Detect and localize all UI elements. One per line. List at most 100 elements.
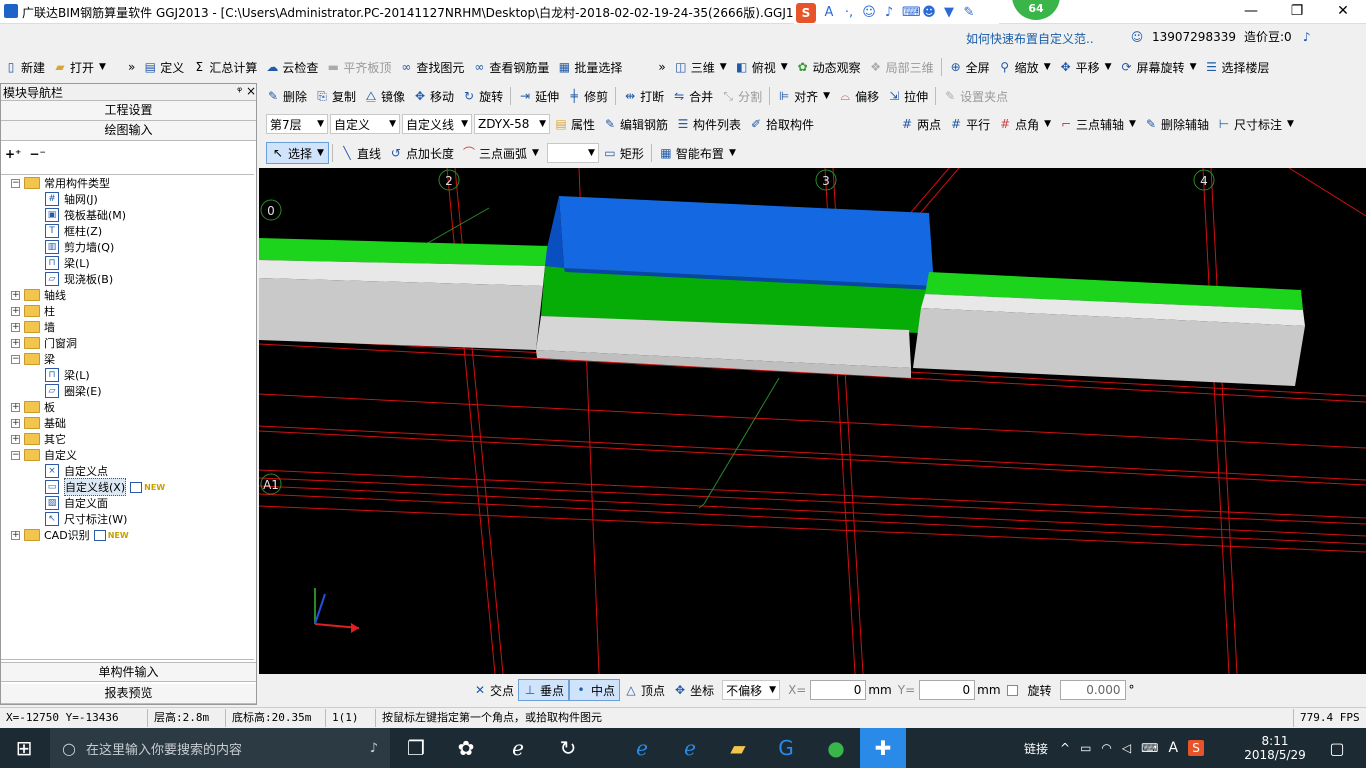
tree-item[interactable]: + 门窗洞 <box>11 335 77 351</box>
ime-letter-a-icon[interactable]: A <box>822 6 836 20</box>
rotate-button[interactable]: ↻ 旋转 <box>458 85 507 107</box>
viewport-canvas[interactable]: 2 3 4 0 A1 <box>259 168 1366 674</box>
tree-item[interactable]: ↖ 尺寸标注(W) <box>45 511 127 527</box>
cloud-check-button[interactable]: ☁ 云检查 <box>261 56 322 78</box>
open-button[interactable]: ▰ 打开 ▼ <box>49 56 110 78</box>
ime-punct-icon[interactable]: ·, <box>842 6 856 20</box>
tree-item[interactable]: + 其它 <box>11 431 66 447</box>
collapse-icon[interactable]: − <box>11 354 20 364</box>
phone-number[interactable]: 13907298339 <box>1152 30 1236 44</box>
tree-item[interactable]: − 自定义 <box>11 447 77 463</box>
shirt-icon[interactable]: ▼ <box>942 6 956 20</box>
expand-icon[interactable]: + <box>11 434 20 444</box>
three-d-button[interactable]: ◫ 三维 ▼ <box>670 56 731 78</box>
wrench-icon[interactable]: ✎ <box>962 6 976 20</box>
snap-mid-button[interactable]: • 中点 <box>569 679 621 701</box>
break-button[interactable]: ⇹ 打断 <box>619 85 668 107</box>
tree-item[interactable]: + 基础 <box>11 415 66 431</box>
new-button[interactable]: ▯ 新建 <box>0 56 49 78</box>
notification-icon[interactable]: ▢ <box>1322 728 1352 768</box>
keyboard-icon[interactable]: ⌨ <box>902 6 921 20</box>
windows-start-icon[interactable]: ⊞ <box>0 728 48 768</box>
trim-button[interactable]: ╪ 修剪 <box>563 85 612 107</box>
merge-button[interactable]: ⇋ 合并 <box>668 85 717 107</box>
collapse-icon[interactable]: − <box>11 178 20 188</box>
wifi-icon[interactable]: ◠ <box>1101 741 1111 755</box>
single-component-button[interactable]: 单构件输入 <box>1 662 256 682</box>
ime-indicator[interactable]: A <box>1168 740 1178 756</box>
arc-option-select[interactable]: ▼ <box>546 143 599 163</box>
hint-link[interactable]: 如何快速布置自定义范.. <box>966 30 1094 47</box>
collapse-all-icon[interactable]: −⁻ <box>29 147 45 163</box>
tree-item[interactable]: + CAD识别 NEW <box>11 527 129 543</box>
restore-icon[interactable]: ❐ <box>1274 0 1320 24</box>
snap-perp-button[interactable]: ⊥ 垂点 <box>518 679 570 701</box>
edit-rebar-button[interactable]: ✎ 编辑钢筋 <box>599 113 672 135</box>
rotate-checkbox[interactable] <box>1006 684 1018 696</box>
glodon-app-icon[interactable]: G <box>762 728 810 768</box>
align-button[interactable]: ⊫ 对齐 ▼ <box>773 85 834 107</box>
type-select[interactable]: 自定义线 ▼ <box>402 114 472 134</box>
file-explorer-icon[interactable]: ▰ <box>714 728 762 768</box>
expand-all-icon[interactable]: +⁺ <box>5 147 21 163</box>
local-3d-button[interactable]: ❖ 局部三维 <box>865 56 938 78</box>
tree-item[interactable]: ▨ 自定义面 <box>45 495 108 511</box>
offset-button[interactable]: ⌓ 偏移 <box>834 85 883 107</box>
close-icon[interactable]: ✕ <box>1320 0 1366 24</box>
property-button[interactable]: ▤ 属性 <box>550 113 599 135</box>
screen-rotate-button[interactable]: ⟳ 屏幕旋转 ▼ <box>1116 56 1201 78</box>
ime-toolbar[interactable]: S A ·, ☺ ♪ ⌨ ☻ ▼ ✎ <box>794 2 999 24</box>
zoom-button[interactable]: ⚲ 缩放 ▼ <box>994 56 1055 78</box>
tree-item[interactable]: ▱ 圈梁(E) <box>45 383 102 399</box>
expand-icon[interactable]: + <box>11 306 20 316</box>
3d-viewport[interactable]: 2 3 4 0 A1 <box>259 168 1366 674</box>
three-point-arc-button[interactable]: ⌒ 三点画弧 ▼ <box>458 142 543 164</box>
clock[interactable]: 8:11 2018/5/29 <box>1240 728 1310 768</box>
report-preview-button[interactable]: 报表预览 <box>1 684 256 704</box>
beam-left-side[interactable] <box>259 278 543 350</box>
tree-item[interactable]: ⊓ 梁(L) <box>45 255 90 271</box>
line-button[interactable]: ╲ 直线 <box>336 142 385 164</box>
snap-intersect-button[interactable]: ✕ 交点 <box>469 679 518 701</box>
batch-select-button[interactable]: ▦ 批量选择 <box>553 56 626 78</box>
tree-item[interactable]: × 自定义点 <box>45 463 108 479</box>
expand-icon[interactable]: + <box>11 338 20 348</box>
volume-icon[interactable]: ◁ <box>1122 741 1131 755</box>
rotate-input[interactable]: 0.000 <box>1059 680 1126 700</box>
select-floor-button[interactable]: ☰ 选择楼层 <box>1200 56 1273 78</box>
c-app-icon[interactable]: ↻ <box>544 728 592 768</box>
tree-item[interactable]: ▥ 剪力墙(Q) <box>45 239 114 255</box>
parallel-aux-button[interactable]: # 平行 <box>945 113 994 135</box>
copy-button[interactable]: ⎘ 复制 <box>311 85 360 107</box>
two-point-aux-button[interactable]: # 两点 <box>896 113 945 135</box>
snap-vertex-button[interactable]: △ 顶点 <box>620 679 669 701</box>
offset-mode-select[interactable]: 不偏移 ▼ <box>722 680 781 700</box>
sum-button[interactable]: Σ 汇总计算 <box>188 56 261 78</box>
more-chevron-icon-2[interactable]: » <box>654 56 669 78</box>
tree-item[interactable]: + 板 <box>11 399 55 415</box>
expand-icon[interactable]: + <box>11 290 20 300</box>
tree-item[interactable]: ▣ 筏板基础(M) <box>45 207 126 223</box>
ie-browser-icon[interactable]: ℯ <box>666 728 714 768</box>
user-icon[interactable]: ☻ <box>922 6 936 20</box>
project-settings-button[interactable]: 工程设置 <box>1 101 256 121</box>
tree-item[interactable]: + 柱 <box>11 303 55 319</box>
expand-icon[interactable]: + <box>11 322 20 332</box>
tree-item[interactable]: T 框柱(Z) <box>45 223 102 239</box>
microphone-icon[interactable]: ♪ <box>882 6 896 20</box>
fan-app-icon[interactable]: ✿ <box>442 728 490 768</box>
edge-icon[interactable]: ℯ <box>618 728 666 768</box>
taskbar-search[interactable]: ○ 在这里输入你要搜索的内容 ♪ <box>50 728 390 768</box>
smart-layout-button[interactable]: ▦ 智能布置 ▼ <box>655 142 740 164</box>
extend-button[interactable]: ⇥ 延伸 <box>514 85 563 107</box>
expand-icon[interactable]: + <box>11 418 20 428</box>
x-input[interactable]: 0 <box>810 680 867 700</box>
element-list-button[interactable]: ☰ 构件列表 <box>672 113 745 135</box>
tree-item[interactable]: # 轴网(J) <box>45 191 98 207</box>
more-chevron-icon[interactable]: » <box>124 56 139 78</box>
link-label[interactable]: 链接 <box>1024 740 1048 757</box>
drawing-input-button[interactable]: 绘图输入 <box>1 121 256 141</box>
expand-icon[interactable]: + <box>11 402 20 412</box>
delete-button[interactable]: ✎ 删除 <box>262 85 311 107</box>
pick-button[interactable]: ✐ 拾取构件 <box>745 113 818 135</box>
